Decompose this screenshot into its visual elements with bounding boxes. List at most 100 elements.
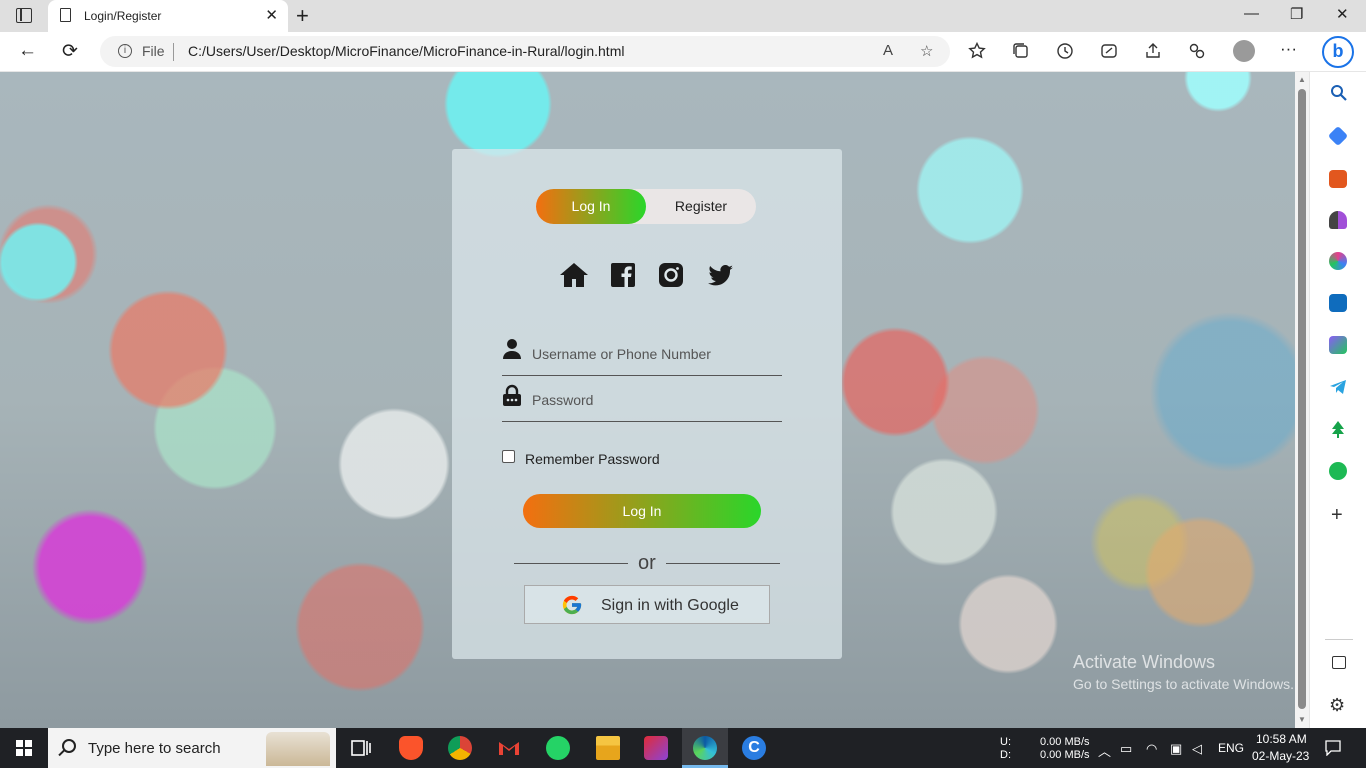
username-input[interactable] [532, 344, 777, 364]
wifi-icon[interactable]: ◠ [1146, 741, 1157, 757]
media-player-icon[interactable] [644, 736, 668, 760]
tab-actions-icon[interactable] [16, 8, 32, 23]
search-highlight-icon [266, 732, 330, 766]
bing-chat-icon[interactable]: b [1322, 36, 1354, 68]
edge-sidebar: + ⚙ [1309, 72, 1366, 728]
tab-title: Login/Register [84, 9, 162, 23]
page-icon [60, 8, 71, 22]
task-view-icon[interactable] [349, 736, 373, 760]
username-field [502, 330, 782, 376]
scroll-up-arrow[interactable]: ▲ [1298, 75, 1306, 84]
auth-toggle: Log In Register [536, 189, 756, 224]
site-info-icon[interactable]: i [118, 44, 132, 58]
maximize-button[interactable]: ❐ [1290, 5, 1303, 23]
start-button[interactable] [16, 740, 32, 756]
show-hidden-icons-icon[interactable]: ︿ [1098, 741, 1111, 760]
password-field [502, 376, 782, 422]
language-indicator[interactable]: ENG [1218, 742, 1244, 755]
settings-menu-icon[interactable]: ··· [1280, 39, 1297, 59]
page-scrollbar[interactable]: ▲ ▼ [1295, 72, 1309, 728]
chrome-icon[interactable] [448, 736, 472, 760]
address-separator [173, 43, 174, 61]
taskbar-search[interactable]: Type here to search [48, 728, 336, 768]
home-icon[interactable] [558, 259, 590, 291]
close-window-button[interactable]: ✕ [1336, 5, 1349, 23]
read-aloud-icon[interactable]: A [883, 42, 893, 59]
add-sidebar-app-button[interactable]: + [1331, 504, 1343, 527]
login-button[interactable]: Log In [523, 494, 761, 528]
remember-password-label[interactable]: Remember Password [525, 451, 660, 467]
meet-now-icon[interactable]: ▣ [1170, 741, 1182, 757]
add-favorite-icon[interactable]: ☆ [920, 42, 933, 60]
twitter-icon[interactable] [704, 259, 736, 291]
shopping-tag-icon[interactable] [1327, 125, 1349, 147]
sidebar-settings-icon[interactable]: ⚙ [1329, 695, 1345, 716]
toggle-login-button[interactable]: Log In [536, 189, 646, 224]
user-icon [503, 339, 521, 359]
lock-icon [503, 384, 521, 406]
back-button[interactable]: ← [18, 40, 37, 62]
net-down-label: D: [1000, 749, 1011, 761]
volume-icon[interactable]: ◁ [1192, 741, 1202, 757]
brave-icon[interactable] [399, 736, 423, 760]
tab-close-icon[interactable]: ✕ [265, 6, 278, 24]
tools-icon[interactable] [1329, 170, 1347, 188]
outlook-icon[interactable] [1329, 294, 1347, 312]
net-down-value: 0.00 MB/s [1040, 749, 1090, 761]
edge-icon[interactable] [693, 736, 717, 760]
google-signin-label: Sign in with Google [601, 597, 739, 614]
search-icon [62, 739, 76, 753]
google-icon [562, 595, 582, 615]
telegram-icon[interactable] [1329, 378, 1347, 396]
ccleaner-icon[interactable]: C [742, 736, 766, 760]
windows-taskbar: Type here to search C U: D: 0.00 MB/s 0.… [0, 728, 1366, 768]
tree-icon[interactable] [1329, 420, 1347, 438]
hide-sidebar-icon[interactable] [1332, 656, 1346, 669]
protocol-label: File [142, 43, 165, 59]
collections-icon[interactable] [1012, 42, 1030, 60]
notifications-icon[interactable] [1325, 740, 1341, 756]
minimize-button[interactable]: — [1244, 5, 1259, 22]
designer-icon[interactable] [1329, 336, 1347, 354]
browser-tab-bar: Login/Register ✕ + — ❐ ✕ [0, 0, 1366, 32]
sidebar-separator [1325, 639, 1353, 640]
performance-icon[interactable] [1100, 42, 1118, 60]
favorites-icon[interactable] [968, 42, 986, 60]
search-icon[interactable] [1330, 84, 1348, 102]
clock-date[interactable]: 02-May-23 [1252, 750, 1309, 763]
gmail-icon[interactable] [497, 736, 521, 760]
address-bar[interactable]: i File C:/Users/User/Desktop/MicroFinanc… [100, 36, 950, 67]
remember-password-checkbox[interactable] [502, 450, 515, 463]
history-icon[interactable] [1056, 42, 1074, 60]
page-background: Log In Register Remember Password Log In… [0, 72, 1295, 728]
battery-icon[interactable]: ▭ [1120, 741, 1132, 757]
or-divider-left [514, 563, 628, 564]
share-icon[interactable] [1144, 42, 1162, 60]
login-card: Log In Register Remember Password Log In… [452, 149, 842, 659]
whatsapp-icon[interactable] [546, 736, 570, 760]
password-input[interactable] [532, 390, 777, 410]
games-icon[interactable] [1329, 211, 1347, 229]
active-tab[interactable]: Login/Register ✕ [48, 0, 288, 32]
net-up-label: U: [1000, 736, 1011, 748]
profile-avatar[interactable] [1233, 40, 1255, 62]
activate-windows-subtitle: Go to Settings to activate Windows. [1073, 676, 1294, 692]
or-text: or [638, 552, 656, 574]
spotify-icon[interactable] [1329, 462, 1347, 480]
clock-time[interactable]: 10:58 AM [1256, 733, 1307, 746]
url-text[interactable]: C:/Users/User/Desktop/MicroFinance/Micro… [188, 43, 624, 59]
scrollbar-thumb[interactable] [1298, 89, 1306, 709]
facebook-icon[interactable] [607, 259, 639, 291]
file-explorer-icon[interactable] [596, 736, 620, 760]
scroll-down-arrow[interactable]: ▼ [1298, 715, 1306, 724]
address-toolbar: ← ⟳ i File C:/Users/User/Desktop/MicroFi… [0, 32, 1366, 72]
new-tab-button[interactable]: + [296, 3, 309, 29]
net-up-value: 0.00 MB/s [1040, 736, 1090, 748]
instagram-icon[interactable] [655, 259, 687, 291]
reload-button[interactable]: ⟳ [62, 40, 78, 63]
microsoft-365-icon[interactable] [1329, 252, 1347, 270]
toggle-register-button[interactable]: Register [646, 189, 756, 224]
activate-windows-title: Activate Windows [1073, 652, 1216, 672]
extensions-icon[interactable] [1188, 42, 1206, 60]
google-signin-button[interactable]: Sign in with Google [524, 585, 770, 624]
